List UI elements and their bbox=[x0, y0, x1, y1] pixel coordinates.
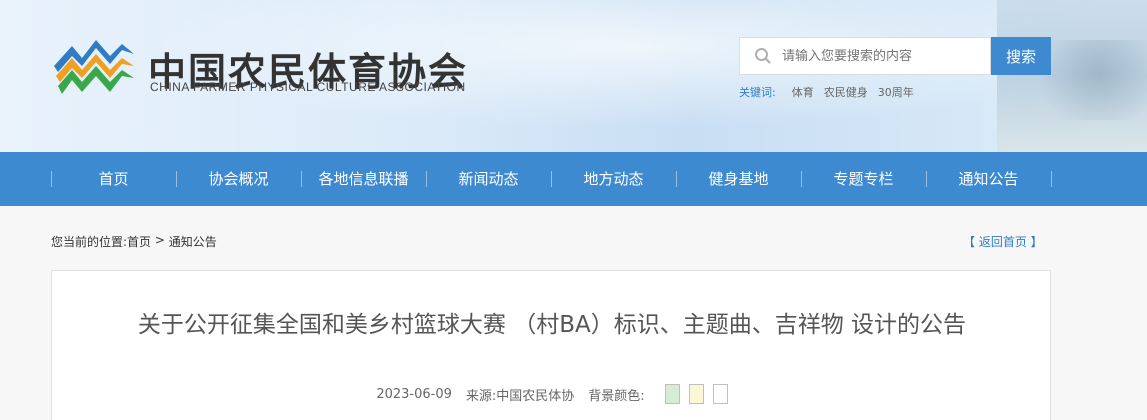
nav-divider bbox=[1051, 171, 1052, 187]
nav-item-about[interactable]: 协会概况 bbox=[176, 152, 301, 206]
keyword-link[interactable]: 农民健身 bbox=[824, 84, 868, 100]
search-box bbox=[739, 37, 991, 75]
nav-item-notices[interactable]: 通知公告 bbox=[926, 152, 1051, 206]
association-logo-icon[interactable] bbox=[52, 36, 137, 98]
search-button[interactable]: 搜索 bbox=[991, 37, 1051, 75]
article-source: 来源:中国农民体协 bbox=[465, 388, 575, 404]
nav-item-local-news[interactable]: 地方动态 bbox=[551, 152, 676, 206]
keyword-link[interactable]: 30周年 bbox=[878, 84, 914, 100]
search-keywords: 关键词: 体育 农民健身 30周年 bbox=[739, 84, 914, 100]
nav-item-news[interactable]: 新闻动态 bbox=[426, 152, 551, 206]
breadcrumb: 您当前的位置: 首页 > 通知公告 bbox=[51, 233, 217, 250]
nav-item-home[interactable]: 首页 bbox=[51, 152, 176, 206]
bg-color-yellow-swatch[interactable] bbox=[688, 384, 704, 404]
search-icon bbox=[754, 47, 772, 65]
article-meta: 2023-06-09 来源:中国农民体协 背景颜色: bbox=[52, 384, 1052, 404]
nav-item-regional-broadcast[interactable]: 各地信息联播 bbox=[301, 152, 426, 206]
keyword-link[interactable]: 体育 bbox=[792, 84, 814, 100]
article-card: 关于公开征集全国和美乡村篮球大赛 （村BA）标识、主题曲、吉祥物 设计的公告 2… bbox=[51, 270, 1051, 420]
main-navigation: 首页 协会概况 各地信息联播 新闻动态 地方动态 健身基地 专题专栏 通知公告 bbox=[0, 152, 1147, 206]
search-input[interactable] bbox=[782, 48, 982, 64]
keywords-label: 关键词: bbox=[739, 86, 776, 99]
site-header: 中国农民体育协会 CHINA FARMER PHYSICAL CULTURE A… bbox=[0, 0, 1147, 152]
site-subtitle: CHINA FARMER PHYSICAL CULTURE ASSOCIATIO… bbox=[150, 80, 466, 94]
nav-item-special-topics[interactable]: 专题专栏 bbox=[801, 152, 926, 206]
bg-color-green-swatch[interactable] bbox=[664, 384, 680, 404]
back-to-home-link[interactable]: 【 返回首页 】 bbox=[963, 233, 1043, 250]
breadcrumb-prefix: 您当前的位置: bbox=[51, 235, 128, 249]
article-title: 关于公开征集全国和美乡村篮球大赛 （村BA）标识、主题曲、吉祥物 设计的公告 bbox=[137, 312, 967, 338]
header-scenery bbox=[997, 0, 1147, 152]
bg-color-label: 背景颜色: bbox=[588, 388, 645, 404]
breadcrumb-separator: > bbox=[151, 233, 169, 247]
bg-color-white-swatch[interactable] bbox=[712, 384, 728, 404]
article-date: 2023-06-09 bbox=[376, 386, 452, 402]
breadcrumb-current-link[interactable]: 通知公告 bbox=[169, 233, 217, 250]
nav-item-fitness-bases[interactable]: 健身基地 bbox=[676, 152, 801, 206]
breadcrumb-home-link[interactable]: 首页 bbox=[127, 233, 151, 250]
bg-color-picker bbox=[664, 384, 728, 404]
